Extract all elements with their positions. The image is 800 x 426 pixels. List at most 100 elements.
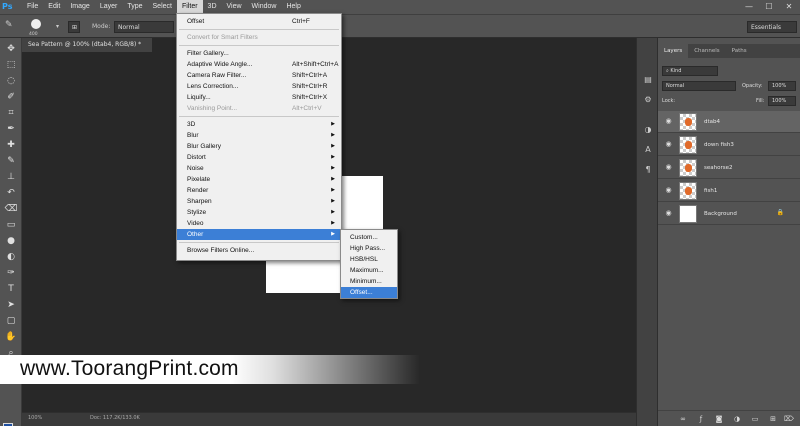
layer-row[interactable]: ◉ fish1 <box>658 180 800 202</box>
adjustment-layer-icon[interactable]: ◑ <box>732 414 742 424</box>
filter-menu-item-blur[interactable]: Blur ▶ <box>177 130 341 141</box>
menu-3d[interactable]: 3D <box>203 0 222 14</box>
crop-tool-icon[interactable]: ⌗ <box>4 106 18 120</box>
layers-panel-footer: ∞ ƒ ◙ ◑ ▭ ⊞ ⌦ <box>658 410 800 426</box>
menu-file[interactable]: File <box>22 0 43 14</box>
layer-style-icon[interactable]: ƒ <box>696 414 706 424</box>
filter-menu-item-filter-gallery[interactable]: Filter Gallery... <box>177 48 341 59</box>
new-group-icon[interactable]: ▭ <box>750 414 760 424</box>
filter-menu-item-liquify[interactable]: Liquify... Shift+Ctrl+X <box>177 92 341 103</box>
adjustments-panel-icon[interactable]: ◑ <box>642 124 654 136</box>
visibility-eye-icon[interactable]: ◉ <box>664 209 673 218</box>
fill-input[interactable]: 100% <box>768 96 796 106</box>
new-layer-icon[interactable]: ⊞ <box>768 414 778 424</box>
filter-menu-item-pixelate[interactable]: Pixelate ▶ <box>177 174 341 185</box>
eyedropper-tool-icon[interactable]: ✒ <box>4 122 18 136</box>
eraser-tool-icon[interactable]: ⌫ <box>4 202 18 216</box>
marquee-tool-icon[interactable]: ⬚ <box>4 58 18 72</box>
filter-menu-item-distort[interactable]: Distort ▶ <box>177 152 341 163</box>
visibility-eye-icon[interactable]: ◉ <box>664 186 673 195</box>
filter-menu-item-video[interactable]: Video ▶ <box>177 218 341 229</box>
menu-select[interactable]: Select <box>148 0 177 14</box>
filter-menu-item-noise[interactable]: Noise ▶ <box>177 163 341 174</box>
filter-menu-item-blur-gallery[interactable]: Blur Gallery ▶ <box>177 141 341 152</box>
layer-name[interactable]: dtab4 <box>704 117 720 127</box>
trash-icon[interactable]: ⌦ <box>784 414 794 424</box>
filter-menu-item-other[interactable]: Other ▶ <box>177 229 341 240</box>
menu-view[interactable]: View <box>222 0 247 14</box>
brush-panel-toggle-icon[interactable]: ⊞ <box>68 21 80 33</box>
maximize-icon[interactable]: ☐ <box>760 0 778 14</box>
lasso-tool-icon[interactable]: ◌ <box>4 74 18 88</box>
filter-menu-item-adaptive-wide-angle[interactable]: Adaptive Wide Angle... Alt+Shift+Ctrl+A <box>177 59 341 70</box>
rectangle-tool-icon[interactable]: ▢ <box>4 314 18 328</box>
other-menu-item-offset[interactable]: Offset... <box>341 287 397 298</box>
brush-tool-icon[interactable]: ✎ <box>5 19 13 31</box>
filter-menu-item-browse-filters-online[interactable]: Browse Filters Online... <box>177 245 341 256</box>
tab-channels[interactable]: Channels <box>688 44 725 58</box>
pen-tool-icon[interactable]: ✑ <box>4 266 18 280</box>
opacity-input[interactable]: 100% <box>768 81 796 91</box>
mode-select[interactable]: Normal <box>114 21 174 33</box>
filter-menu-item-render[interactable]: Render ▶ <box>177 185 341 196</box>
healing-brush-tool-icon[interactable]: ✚ <box>4 138 18 152</box>
menu-image[interactable]: Image <box>65 0 94 14</box>
filter-menu-item-lens-correction[interactable]: Lens Correction... Shift+Ctrl+R <box>177 81 341 92</box>
layer-name[interactable]: Background <box>704 209 737 219</box>
visibility-eye-icon[interactable]: ◉ <box>664 140 673 149</box>
filter-menu-item-offset[interactable]: Offset Ctrl+F <box>177 16 341 27</box>
filter-menu-item-3d[interactable]: 3D ▶ <box>177 119 341 130</box>
layer-name[interactable]: fish1 <box>704 186 717 196</box>
type-tool-icon[interactable]: T <box>4 282 18 296</box>
blur-tool-icon[interactable]: ● <box>4 234 18 248</box>
tab-layers[interactable]: Layers <box>658 44 689 58</box>
menu-help[interactable]: Help <box>281 0 305 14</box>
menu-type[interactable]: Type <box>122 0 147 14</box>
hand-tool-icon[interactable]: ✋ <box>4 330 18 344</box>
tab-paths[interactable]: Paths <box>726 44 753 58</box>
close-window-icon[interactable]: ✕ <box>780 0 798 14</box>
layer-mask-icon[interactable]: ◙ <box>714 414 724 424</box>
other-menu-item-high-pass[interactable]: High Pass... <box>341 243 397 254</box>
layer-row[interactable]: ◉ Background 🔒 <box>658 203 800 225</box>
link-layers-icon[interactable]: ∞ <box>678 414 688 424</box>
layer-row[interactable]: ◉ dtab4 <box>658 111 800 133</box>
visibility-eye-icon[interactable]: ◉ <box>664 117 673 126</box>
history-brush-tool-icon[interactable]: ↶ <box>4 186 18 200</box>
menu-window[interactable]: Window <box>247 0 282 14</box>
menu-layer[interactable]: Layer <box>95 0 123 14</box>
layer-name[interactable]: down fish3 <box>704 140 734 150</box>
layer-row[interactable]: ◉ seahorse2 <box>658 157 800 179</box>
document-tab[interactable]: Sea Pattern @ 100% (dtab4, RGB/8) * <box>22 38 152 52</box>
filter-menu-item-camera-raw-filter[interactable]: Camera Raw Filter... Shift+Ctrl+A <box>177 70 341 81</box>
layer-row[interactable]: ◉ down fish3 <box>658 134 800 156</box>
filter-menu-item-sharpen[interactable]: Sharpen ▶ <box>177 196 341 207</box>
path-select-tool-icon[interactable]: ➤ <box>4 298 18 312</box>
quick-select-tool-icon[interactable]: ✐ <box>4 90 18 104</box>
menu-filter[interactable]: Filter <box>176 0 203 14</box>
clone-stamp-tool-icon[interactable]: ⊥ <box>4 170 18 184</box>
menu-edit[interactable]: Edit <box>43 0 65 14</box>
other-menu-item-hsb-hsl[interactable]: HSB/HSL <box>341 254 397 265</box>
filter-menu-item-stylize[interactable]: Stylize ▶ <box>177 207 341 218</box>
zoom-level[interactable]: 100% <box>28 415 42 421</box>
other-menu-item-custom[interactable]: Custom... <box>341 232 397 243</box>
other-menu-item-maximum[interactable]: Maximum... <box>341 265 397 276</box>
other-menu-item-minimum[interactable]: Minimum... <box>341 276 397 287</box>
brush-tool-icon[interactable]: ✎ <box>4 154 18 168</box>
properties-panel-icon[interactable]: ⚙ <box>642 94 654 106</box>
chevron-down-icon[interactable]: ▾ <box>56 21 59 33</box>
minimize-icon[interactable]: — <box>740 0 758 14</box>
history-panel-icon[interactable]: ▤ <box>642 74 654 86</box>
blend-mode-select[interactable]: Normal <box>662 81 736 91</box>
brush-preset-picker[interactable]: 400 <box>26 18 48 37</box>
gradient-tool-icon[interactable]: ▭ <box>4 218 18 232</box>
paragraph-panel-icon[interactable]: ¶ <box>642 164 654 176</box>
visibility-eye-icon[interactable]: ◉ <box>664 163 673 172</box>
layer-name[interactable]: seahorse2 <box>704 163 732 173</box>
dodge-tool-icon[interactable]: ◐ <box>4 250 18 264</box>
layer-kind-filter[interactable]: ⌕ Kind <box>662 66 718 76</box>
move-tool-icon[interactable]: ✥ <box>4 42 18 56</box>
character-panel-icon[interactable]: A <box>642 144 654 156</box>
workspace-select[interactable]: Essentials <box>747 21 797 33</box>
